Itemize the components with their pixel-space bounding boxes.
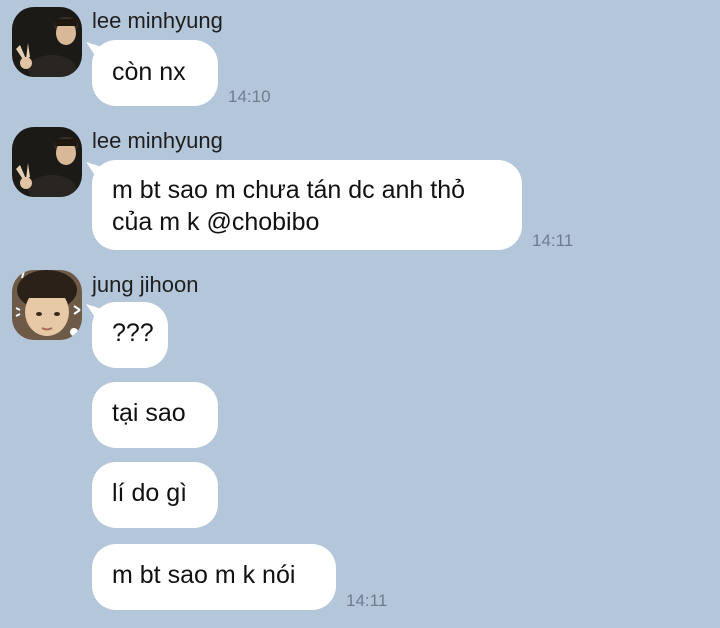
message-bubble[interactable]: ??? [92, 302, 168, 368]
sender-name: jung jihoon [92, 272, 199, 297]
message-bubble[interactable]: m bt sao m chưa tán dc anh thỏ của m k @… [92, 160, 522, 250]
lee-minhyung-avatar[interactable] [12, 127, 82, 197]
message-timestamp: 14:11 [346, 591, 388, 610]
message-bubble[interactable]: m bt sao m k nói [92, 544, 336, 610]
sender-name: lee minhyung [92, 128, 223, 153]
message-timestamp: 14:10 [228, 87, 271, 106]
message-bubble[interactable]: tại sao [92, 382, 218, 448]
message-bubble[interactable]: lí do gì [92, 462, 218, 528]
message-bubble[interactable]: còn nx [92, 40, 218, 106]
lee-minhyung-avatar[interactable] [12, 7, 82, 77]
jung-jihoon-avatar[interactable] [12, 270, 82, 340]
sender-name: lee minhyung [92, 8, 223, 33]
message-timestamp: 14:11 [532, 231, 574, 250]
